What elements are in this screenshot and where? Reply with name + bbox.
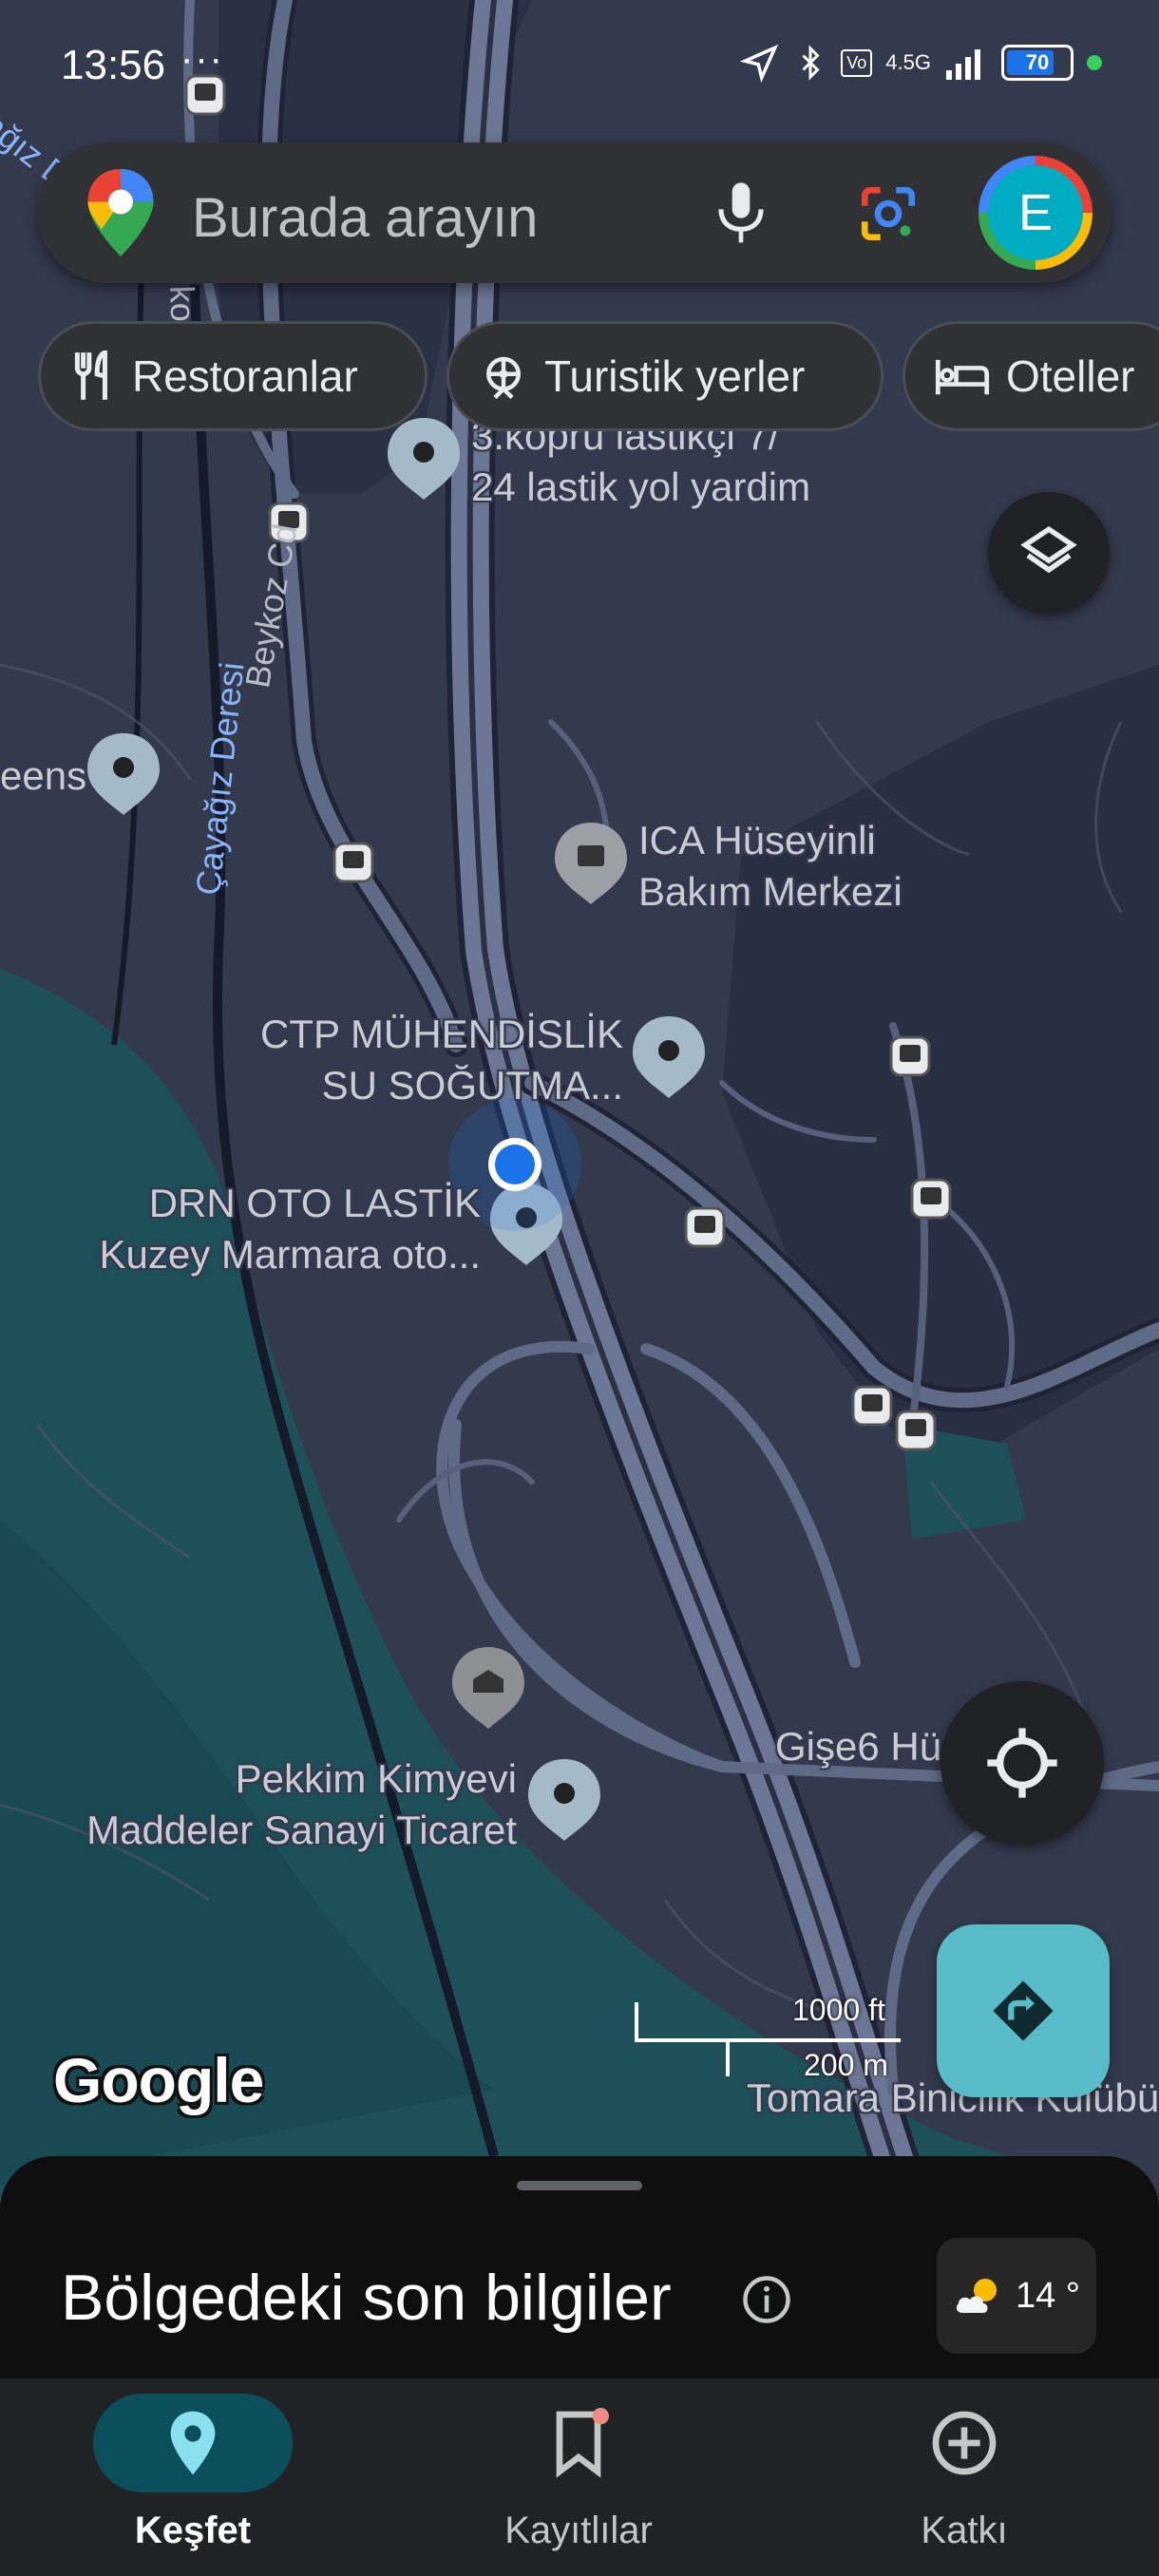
place-label-line: ICA Hüseyinli (638, 818, 876, 862)
place-label-line: SU SOĞUTMA... (321, 1063, 623, 1108)
directions-icon (993, 1980, 1054, 2041)
my-location-button[interactable] (940, 1681, 1104, 1845)
map-layers-button[interactable] (988, 492, 1110, 614)
google-maps-pin-icon (87, 169, 154, 256)
directions-button[interactable] (937, 1924, 1110, 2097)
place-label-ctp[interactable]: CTP MÜHENDİSLİK SU SOĞUTMA... (228, 1009, 623, 1111)
nav-saved[interactable]: Kayıtlılar (386, 2378, 771, 2576)
google-logo: Google (53, 2045, 264, 2115)
bottom-navigation: Keşfet Kayıtlılar Katkı (0, 2378, 1159, 2576)
nav-label: Katkı (921, 2510, 1008, 2551)
ferris-wheel-icon (486, 356, 521, 400)
nav-contribute[interactable]: Katkı (771, 2378, 1157, 2576)
place-label-line: CTP MÜHENDİSLİK (260, 1012, 623, 1056)
sheet-title: Bölgedeki son bilgiler (61, 2262, 672, 2334)
chip-label: Turistik yerler (544, 351, 806, 401)
place-label-line: Kuzey Marmara oto... (99, 1232, 481, 1277)
bed-icon (935, 359, 990, 395)
place-label-line: Pekkim Kimyevi (235, 1756, 517, 1801)
status-time: 13:56 (61, 42, 166, 88)
fork-knife-icon (74, 350, 107, 400)
scale-metric: 200 m (804, 2048, 888, 2082)
privacy-indicator-dot (1087, 55, 1102, 70)
place-label-ica[interactable]: ICA Hüseyinli Bakım Merkezi (638, 815, 902, 918)
place-label-line: eens (0, 753, 87, 798)
account-avatar[interactable]: E (978, 156, 1092, 270)
nav-label: Kayıtlılar (504, 2510, 653, 2551)
avatar-letter: E (988, 165, 1083, 260)
signal-icon (946, 49, 980, 80)
weather-temperature: 14 ° (1015, 2275, 1081, 2316)
google-lens-icon[interactable] (857, 182, 920, 245)
place-label-drn[interactable]: DRN OTO LASTİK Kuzey Marmara oto... (57, 1178, 481, 1280)
place-label-line: DRN OTO LASTİK (148, 1181, 481, 1225)
volte-icon: Vo (841, 48, 873, 77)
chip-restaurants[interactable]: Restoranlar (38, 321, 428, 431)
info-icon[interactable] (741, 2274, 792, 2325)
crosshair-icon (987, 1728, 1057, 1798)
bottom-sheet[interactable]: Bölgedeki son bilgiler 14 ° (0, 2156, 1159, 2384)
road-label-top: ko (162, 285, 203, 323)
status-icons: Vo 4.5G 70 (740, 42, 1102, 84)
place-label-pekkim[interactable]: Pekkim Kimyevi Maddeler Sanayi Ticaret (28, 1753, 517, 1856)
network-type: 4.5G (885, 50, 931, 74)
place-label-line: 24 lastik yol yardim (471, 464, 811, 509)
chip-hotels[interactable]: Oteller (902, 321, 1159, 431)
navigation-arrow-icon (740, 44, 779, 83)
place-label-line: Bakım Merkezi (638, 869, 902, 914)
scale-imperial: 1000 ft (792, 1993, 885, 2027)
place-label-greens[interactable]: eens (0, 750, 86, 802)
layers-icon (1020, 525, 1077, 574)
place-label-line: Maddeler Sanayi Ticaret (86, 1808, 517, 1852)
nav-explore[interactable]: Keşfet (0, 2378, 386, 2576)
add-circle-icon (932, 2411, 997, 2475)
search-input[interactable]: Burada arayın (192, 186, 538, 250)
nav-label: Keşfet (134, 2510, 252, 2551)
location-pin-icon (170, 2411, 216, 2475)
weather-chip[interactable]: 14 ° (937, 2238, 1096, 2354)
status-overflow: ··· (180, 38, 224, 80)
microphone-icon[interactable] (714, 180, 768, 247)
bluetooth-icon (802, 45, 820, 81)
chip-tourist-attractions[interactable]: Turistik yerler (446, 321, 884, 431)
chip-label: Restoranlar (132, 351, 358, 401)
sheet-drag-handle[interactable] (517, 2181, 642, 2190)
bookmark-icon (556, 2408, 609, 2478)
chip-label: Oteller (1006, 351, 1135, 401)
battery-level: 70 (1025, 50, 1050, 74)
partly-cloudy-icon (956, 2279, 997, 2313)
battery-icon: 70 (1001, 45, 1074, 81)
search-bar[interactable]: Burada arayın E (38, 142, 1112, 283)
